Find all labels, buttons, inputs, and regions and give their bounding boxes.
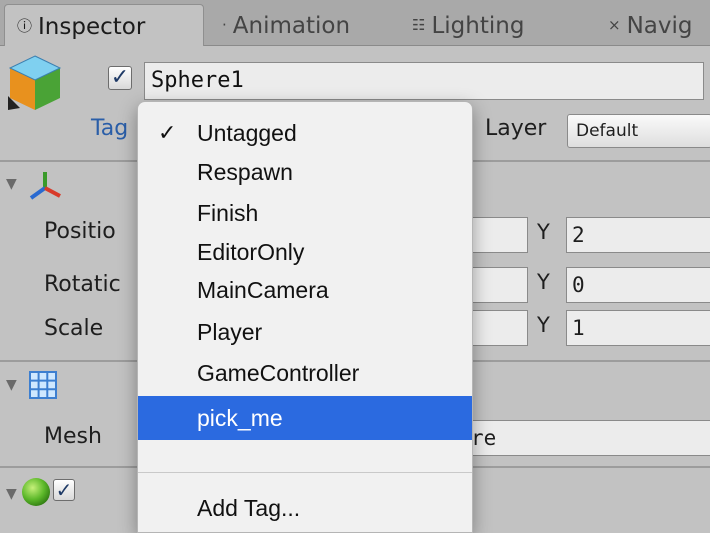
- checkmark-icon: ✓: [110, 65, 130, 90]
- menu-item-untagged[interactable]: ✓ Untagged: [138, 113, 472, 153]
- rotation-y-field[interactable]: 0: [566, 267, 710, 303]
- position-y-field[interactable]: 2: [566, 217, 710, 253]
- menu-item-label: pick_me: [197, 405, 283, 431]
- tab-bar: ⓘ Inspector · Animation ☷ Lighting × Navig: [0, 0, 710, 46]
- renderer-enabled-checkbox[interactable]: ✓: [53, 479, 75, 501]
- tab-lighting-label: Lighting: [431, 13, 525, 39]
- tab-inspector-label: Inspector: [38, 14, 146, 40]
- checkmark-icon: ✓: [158, 120, 177, 145]
- tab-animation-label: Animation: [232, 13, 351, 39]
- scale-y-field[interactable]: 1: [566, 310, 710, 346]
- menu-item-label: Untagged: [197, 120, 297, 146]
- menu-item-label: GameController: [197, 360, 360, 386]
- tab-animation[interactable]: · Animation: [222, 4, 387, 46]
- menu-item-maincamera[interactable]: MainCamera: [138, 270, 472, 310]
- rotation-y-label: Y: [537, 270, 550, 294]
- menu-item-player[interactable]: Player: [138, 312, 472, 352]
- lighting-icon: ☷: [412, 16, 426, 34]
- menu-item-label: Finish: [197, 200, 259, 226]
- scale-label: Scale: [44, 316, 104, 341]
- layer-dropdown[interactable]: Default: [567, 114, 710, 148]
- navigation-icon: ×: [608, 16, 621, 34]
- info-icon: ⓘ: [17, 17, 33, 35]
- menu-item-pick-me[interactable]: pick_me: [138, 396, 472, 440]
- rotation-label: Rotatic: [44, 272, 121, 297]
- tab-navigation[interactable]: × Navig: [608, 4, 710, 46]
- tab-lighting[interactable]: ☷ Lighting: [412, 4, 587, 46]
- menu-item-gamecontroller[interactable]: GameController: [138, 353, 472, 393]
- tab-navigation-label: Navig: [626, 13, 693, 39]
- foldout-arrow-icon[interactable]: ▼: [6, 486, 17, 502]
- menu-item-add-tag[interactable]: Add Tag...: [138, 488, 472, 528]
- mesh-label: Mesh: [44, 424, 102, 449]
- menu-item-label: Respawn: [197, 159, 293, 185]
- position-label: Positio: [44, 219, 116, 244]
- menu-item-editoronly[interactable]: EditorOnly: [138, 232, 472, 272]
- menu-item-respawn[interactable]: Respawn: [138, 152, 472, 192]
- menu-item-finish[interactable]: Finish: [138, 193, 472, 233]
- menu-separator: [138, 472, 472, 473]
- layer-label: Layer: [485, 116, 547, 141]
- active-checkbox[interactable]: ✓: [108, 66, 132, 90]
- mesh-filter-grid-icon: [29, 371, 57, 399]
- foldout-arrow-icon[interactable]: ▼: [6, 176, 17, 192]
- transform-axes-icon: [29, 172, 61, 200]
- mesh-renderer-sphere-icon: [22, 478, 50, 506]
- tag-label[interactable]: Tag: [91, 116, 128, 141]
- animation-icon: ·: [222, 16, 227, 34]
- foldout-arrow-icon[interactable]: ▼: [6, 377, 17, 393]
- menu-item-label: MainCamera: [197, 277, 329, 303]
- tab-inspector[interactable]: ⓘ Inspector: [4, 4, 204, 46]
- gameobject-cube-icon: [8, 55, 62, 110]
- object-name-field[interactable]: Sphere1: [144, 62, 704, 100]
- tag-dropdown-menu: ✓ Untagged Respawn Finish EditorOnly Main…: [137, 101, 473, 533]
- position-y-label: Y: [537, 220, 550, 244]
- menu-item-label: Player: [197, 319, 263, 345]
- menu-item-label: EditorOnly: [197, 239, 305, 265]
- mesh-field[interactable]: re: [440, 420, 710, 456]
- scale-y-label: Y: [537, 313, 550, 337]
- checkmark-icon: ✓: [55, 478, 73, 502]
- menu-item-label: Add Tag...: [197, 495, 301, 521]
